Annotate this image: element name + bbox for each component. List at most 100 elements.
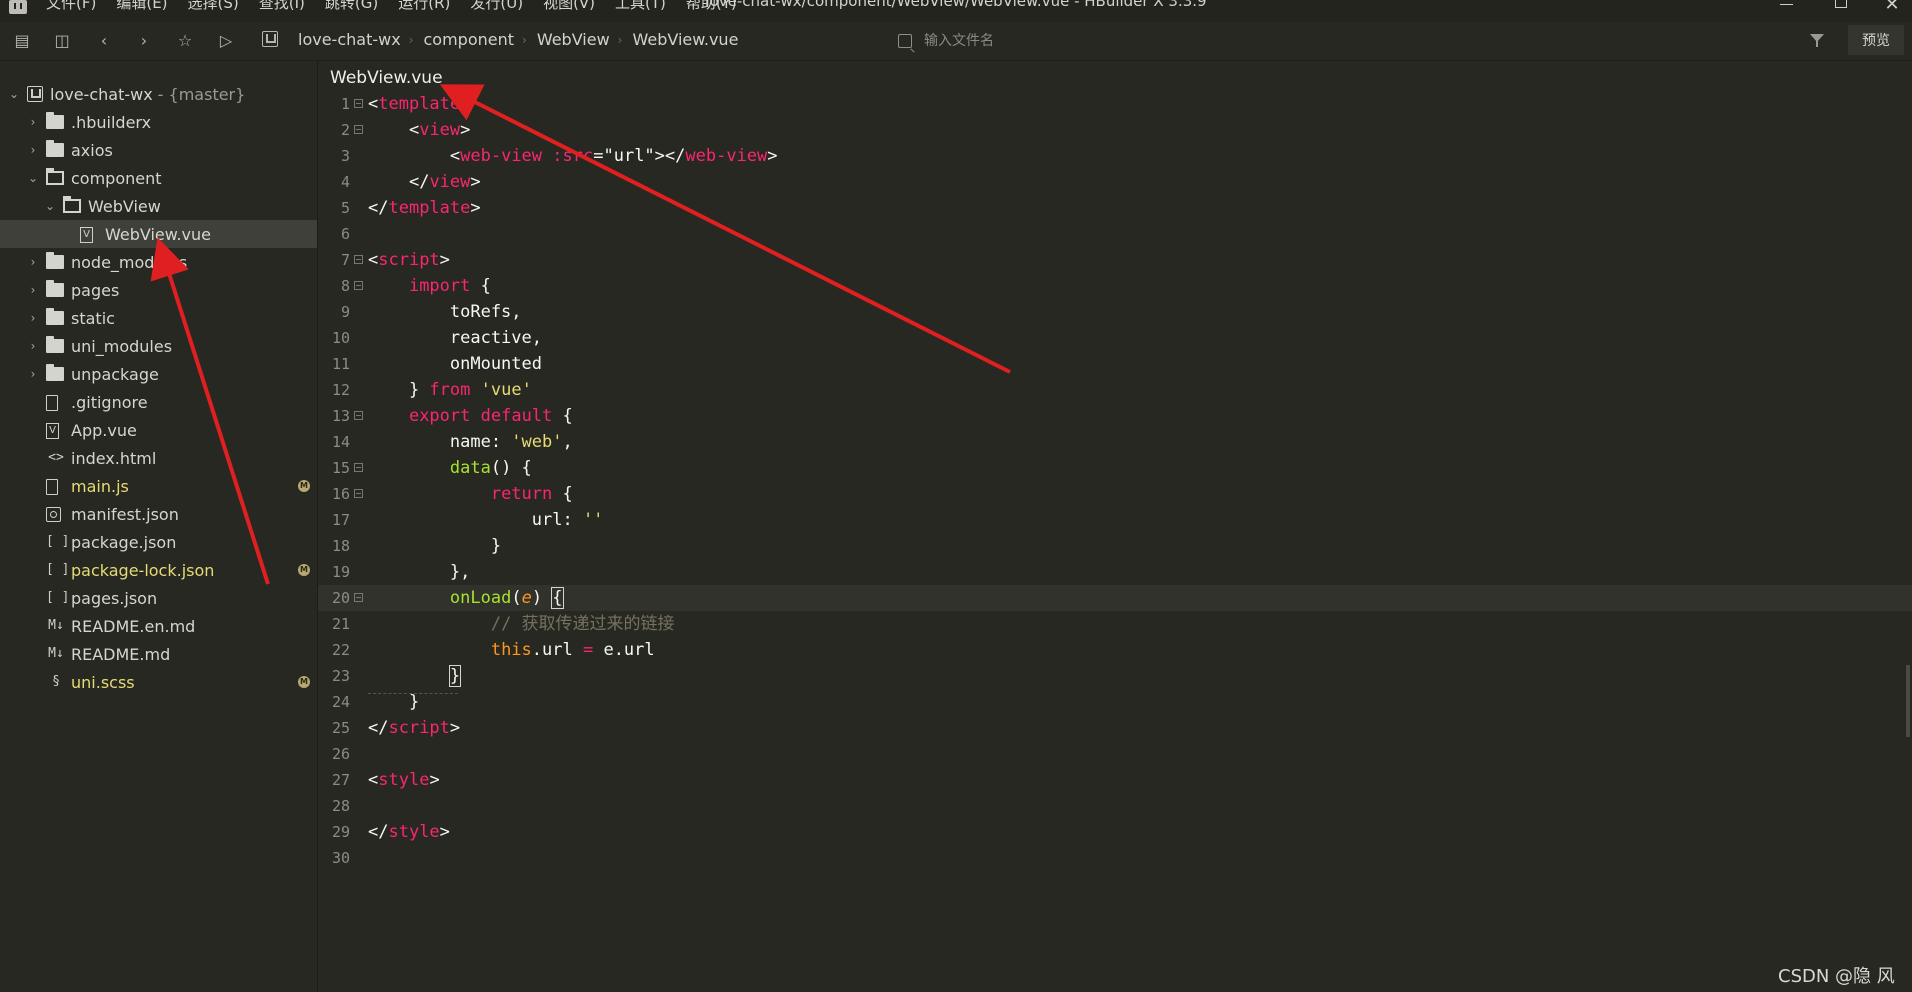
chevron-down-icon[interactable]: ⌄ — [44, 199, 56, 213]
code-line[interactable]: 16 return { — [318, 481, 1912, 507]
forward-icon[interactable]: › — [134, 31, 154, 51]
code-line[interactable]: 24 } — [318, 689, 1912, 715]
tree-item[interactable]: › pages — [0, 276, 317, 304]
tree-item[interactable]: § uni.scss M — [0, 668, 317, 696]
code-line[interactable]: 11 onMounted — [318, 351, 1912, 377]
chevron-down-icon[interactable]: ⌄ — [8, 87, 20, 101]
fold-toggle-icon[interactable] — [354, 255, 363, 264]
code-line[interactable]: 18 } — [318, 533, 1912, 559]
code-line[interactable]: 8 import { — [318, 273, 1912, 299]
close-button[interactable]: ✕ — [1872, 0, 1912, 18]
menu-item[interactable]: 查找(I) — [259, 0, 305, 13]
chevron-right-icon[interactable]: › — [27, 143, 39, 157]
code-line[interactable]: 21 // 获取传递过来的链接 — [318, 611, 1912, 637]
menu-item[interactable]: 帮助(Y) — [686, 0, 737, 13]
code-line[interactable]: 7 <script> — [318, 247, 1912, 273]
tree-item[interactable]: › node_modules — [0, 248, 317, 276]
code-line[interactable]: 3 <web-view :src="url"></web-view> — [318, 143, 1912, 169]
tree-item[interactable]: M↓ README.md — [0, 640, 317, 668]
menu-item[interactable]: 跳转(G) — [325, 0, 378, 13]
breadcrumb-item[interactable]: WebView.vue — [632, 30, 738, 49]
tree-item[interactable]: [ ] package-lock.json M — [0, 556, 317, 584]
save-icon[interactable]: ◫ — [52, 31, 72, 51]
fold-toggle-icon[interactable] — [354, 411, 363, 420]
back-icon[interactable]: ‹ — [94, 31, 114, 51]
chevron-right-icon[interactable]: › — [27, 367, 39, 381]
tree-item[interactable]: M↓ README.en.md — [0, 612, 317, 640]
tree-item[interactable]: › uni_modules — [0, 332, 317, 360]
tree-item[interactable]: <> index.html — [0, 444, 317, 472]
tree-item[interactable]: › axios — [0, 136, 317, 164]
breadcrumb-item[interactable]: love-chat-wx — [298, 30, 401, 49]
tree-item[interactable]: main.js M — [0, 472, 317, 500]
chevron-right-icon[interactable]: › — [27, 255, 39, 269]
tree-item[interactable]: ⌄ component — [0, 164, 317, 192]
tree-item[interactable]: [ ] pages.json — [0, 584, 317, 612]
code-line[interactable]: 9 toRefs, — [318, 299, 1912, 325]
menu-item[interactable]: 工具(T) — [615, 0, 666, 13]
fold-toggle-icon[interactable] — [354, 281, 363, 290]
code-line[interactable]: 22 this.url = e.url — [318, 637, 1912, 663]
preview-button[interactable]: 预览 — [1848, 25, 1904, 55]
tree-item[interactable]: › unpackage — [0, 360, 317, 388]
code-line[interactable]: 5 </template> — [318, 195, 1912, 221]
code-line[interactable]: 6 — [318, 221, 1912, 247]
code-line[interactable]: 10 reactive, — [318, 325, 1912, 351]
code-line[interactable]: 13 export default { — [318, 403, 1912, 429]
code-line[interactable]: 20 onLoad(e) { — [318, 585, 1912, 611]
menu-item[interactable]: 视图(V) — [543, 0, 595, 13]
fold-toggle-icon[interactable] — [354, 125, 363, 134]
code-line[interactable]: 19 }, — [318, 559, 1912, 585]
code-line[interactable]: 12 } from 'vue' — [318, 377, 1912, 403]
code-line[interactable]: 29 </style> — [318, 819, 1912, 845]
code-line[interactable]: 15 data() { — [318, 455, 1912, 481]
fold-toggle-icon[interactable] — [354, 463, 363, 472]
tree-item[interactable]: V App.vue — [0, 416, 317, 444]
minimize-button[interactable] — [1766, 0, 1806, 18]
tree-item[interactable]: ⌄ WebView — [0, 192, 317, 220]
tree-item[interactable]: V WebView.vue — [0, 220, 317, 248]
menu-item[interactable]: 选择(S) — [188, 0, 239, 13]
code-line[interactable]: 27 <style> — [318, 767, 1912, 793]
save-all-icon[interactable]: ▤ — [12, 31, 32, 51]
menu-item[interactable]: 运行(R) — [398, 0, 450, 13]
chevron-right-icon[interactable]: › — [27, 339, 39, 353]
tree-item[interactable]: › static — [0, 304, 317, 332]
fold-toggle-icon[interactable] — [354, 99, 363, 108]
menu-item[interactable]: 文件(F) — [46, 0, 96, 13]
code-line[interactable]: 17 url: '' — [318, 507, 1912, 533]
star-icon[interactable]: ☆ — [175, 31, 195, 51]
code-editor[interactable]: WebView.vue 1 <template> 2 <view> 3 <web-vi… — [318, 61, 1912, 992]
menu-item[interactable]: 编辑(E) — [116, 0, 167, 13]
tree-item[interactable]: .gitignore — [0, 388, 317, 416]
folder-icon — [46, 112, 64, 129]
code-line[interactable]: 4 </view> — [318, 169, 1912, 195]
scrollbar-thumb[interactable] — [1906, 665, 1910, 737]
filter-icon[interactable] — [1810, 34, 1824, 47]
breadcrumb-item[interactable]: component — [423, 30, 514, 49]
chevron-down-icon[interactable]: ⌄ — [27, 171, 39, 185]
tab-webview-vue[interactable]: WebView.vue — [318, 61, 455, 93]
code-line[interactable]: 23 } — [318, 663, 1912, 689]
chevron-right-icon[interactable]: › — [27, 283, 39, 297]
fold-toggle-icon[interactable] — [354, 489, 363, 498]
code-line[interactable]: 28 — [318, 793, 1912, 819]
chevron-right-icon[interactable]: › — [27, 311, 39, 325]
code-line[interactable]: 14 name: 'web', — [318, 429, 1912, 455]
file-search-input[interactable] — [922, 32, 1306, 50]
chevron-right-icon[interactable]: › — [27, 115, 39, 129]
menu-item[interactable]: 发行(U) — [470, 0, 523, 13]
tree-item[interactable]: [ ] package.json — [0, 528, 317, 556]
tree-item[interactable]: manifest.json — [0, 500, 317, 528]
tree-project-root[interactable]: ⌄ love-chat-wx - {master} — [0, 80, 317, 108]
tree-item[interactable]: › .hbuilderx — [0, 108, 317, 136]
code-line[interactable]: 26 — [318, 741, 1912, 767]
fold-toggle-icon[interactable] — [354, 593, 363, 602]
code-line[interactable]: 25 </script> — [318, 715, 1912, 741]
breadcrumb-item[interactable]: WebView — [537, 30, 610, 49]
run-icon[interactable]: ▷ — [216, 31, 236, 51]
code-line[interactable]: 1 <template> — [318, 91, 1912, 117]
maximize-button[interactable] — [1820, 0, 1860, 18]
code-line[interactable]: 2 <view> — [318, 117, 1912, 143]
code-line[interactable]: 30 — [318, 845, 1912, 871]
